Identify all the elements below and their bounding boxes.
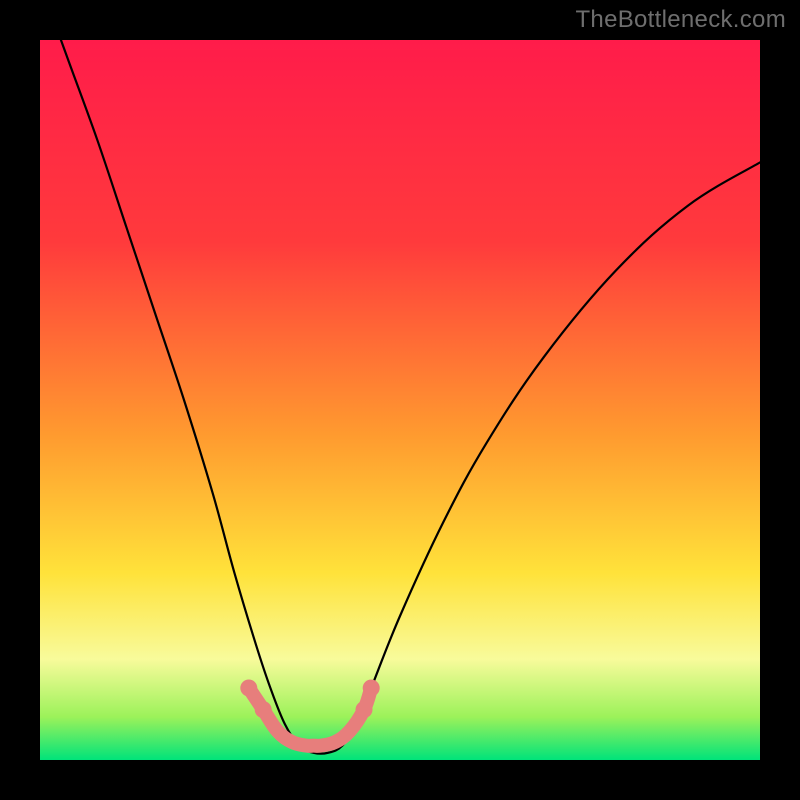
curve-layer (40, 40, 760, 760)
marker-dot (255, 701, 272, 718)
plot-area (40, 40, 760, 760)
marker-dot (240, 680, 257, 697)
marker-dot (363, 680, 380, 697)
bottleneck-curve-path (40, 40, 760, 754)
chart-frame: TheBottleneck.com (0, 0, 800, 800)
marker-dot (356, 701, 373, 718)
watermark-text: TheBottleneck.com (575, 6, 786, 34)
